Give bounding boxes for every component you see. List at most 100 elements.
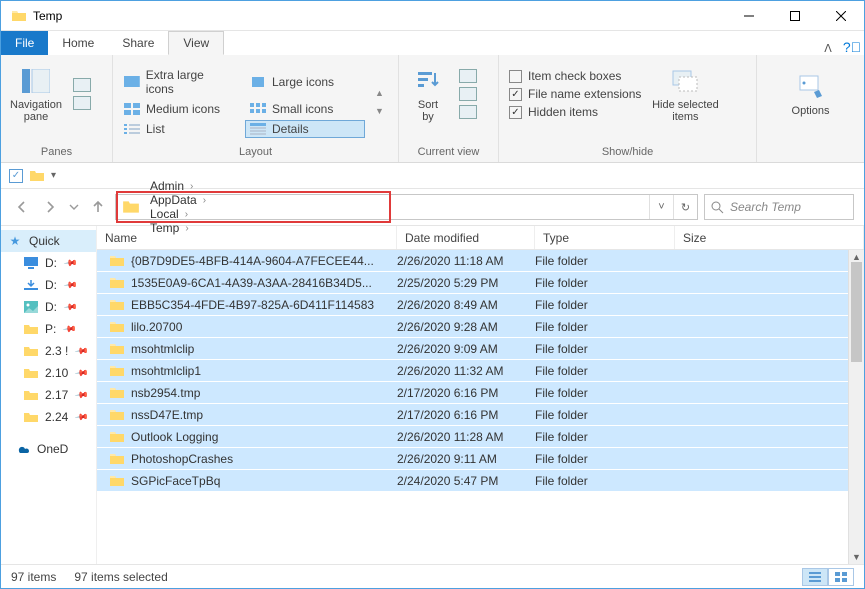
file-row[interactable]: nsb2954.tmp2/17/2020 6:16 PMFile folder: [97, 382, 864, 404]
layout-scroll-down-icon[interactable]: ▼: [375, 106, 384, 116]
file-rows: {0B7D9DE5-4BFB-414A-9604-A7FECEE44... 2/2…: [97, 250, 864, 564]
nav-history-dropdown[interactable]: [67, 196, 81, 218]
folder-icon: [109, 253, 125, 269]
sidebar-item[interactable]: D:: [1, 252, 96, 274]
nav-forward-button[interactable]: [39, 196, 61, 218]
minimize-button[interactable]: [726, 1, 772, 30]
tab-home[interactable]: Home: [48, 31, 108, 55]
file-row[interactable]: msohtmlclip12/26/2020 11:32 AMFile folde…: [97, 360, 864, 382]
status-bar: 97 items 97 items selected: [1, 564, 864, 588]
file-row[interactable]: 1535E0A9-6CA1-4A39-A3AA-28416B34D5...2/2…: [97, 272, 864, 294]
group-by-button[interactable]: [459, 69, 477, 83]
address-bar[interactable]: Admin›AppData›Local›Temp› ˅ ↻: [115, 194, 698, 220]
layout-list[interactable]: List: [119, 120, 239, 138]
sidebar-item[interactable]: 2.24: [1, 406, 96, 428]
status-selected-count: 97 items selected: [74, 570, 167, 584]
file-name: {0B7D9DE5-4BFB-414A-9604-A7FECEE44...: [131, 254, 374, 268]
layout-details[interactable]: Details: [245, 120, 365, 138]
layout-large-icons[interactable]: Large icons: [245, 66, 365, 98]
refresh-button[interactable]: ↻: [673, 195, 697, 219]
add-columns-button[interactable]: [459, 87, 477, 101]
file-row[interactable]: EBB5C354-4FDE-4B97-825A-6D411F1145832/26…: [97, 294, 864, 316]
close-button[interactable]: [818, 1, 864, 30]
qat-dropdown-icon[interactable]: ▾: [51, 170, 56, 181]
scrollbar-thumb[interactable]: [851, 262, 862, 362]
options-button[interactable]: Options: [782, 59, 840, 129]
qat-checkbox-icon[interactable]: ✓: [9, 169, 23, 183]
sidebar-onedrive[interactable]: OneD: [1, 438, 96, 460]
column-name[interactable]: Name: [97, 226, 397, 249]
folder-icon: [109, 363, 125, 379]
layout-scroll-up-icon[interactable]: ▲: [375, 88, 384, 98]
help-icon[interactable]: ?⃝: [840, 39, 864, 55]
size-columns-button[interactable]: [459, 105, 477, 119]
sidebar-item[interactable]: 2.17: [1, 384, 96, 406]
thumbnails-view-button[interactable]: [828, 568, 854, 586]
breadcrumb-history-dropdown[interactable]: ˅: [649, 195, 673, 219]
options-icon: [795, 71, 827, 103]
titlebar: Temp: [1, 1, 864, 31]
column-size[interactable]: Size: [675, 226, 864, 249]
sidebar-item[interactable]: 2.10: [1, 362, 96, 384]
file-row[interactable]: SGPicFaceTpBq2/24/2020 5:47 PMFile folde…: [97, 470, 864, 492]
file-name-extensions-toggle[interactable]: ✓File name extensions: [509, 87, 641, 101]
column-date-modified[interactable]: Date modified: [397, 226, 535, 249]
breadcrumb-segment[interactable]: Admin›: [144, 179, 212, 193]
ribbon-group-show-hide: Item check boxes ✓File name extensions ✓…: [499, 55, 757, 162]
window-folder-icon: [11, 8, 27, 24]
file-date: 2/26/2020 11:28 AM: [397, 430, 535, 444]
maximize-button[interactable]: [772, 1, 818, 30]
layout-medium-icons[interactable]: Medium icons: [119, 100, 239, 118]
sidebar-item[interactable]: 2.3 !: [1, 340, 96, 362]
group-label-panes: Panes: [7, 144, 106, 160]
file-row[interactable]: PhotoshopCrashes2/26/2020 9:11 AMFile fo…: [97, 448, 864, 470]
preview-pane-button[interactable]: [73, 78, 91, 92]
item-check-boxes-toggle[interactable]: Item check boxes: [509, 69, 641, 83]
file-row[interactable]: Outlook Logging2/26/2020 11:28 AMFile fo…: [97, 426, 864, 448]
hide-selected-items-button[interactable]: Hide selected items: [645, 59, 725, 129]
file-row[interactable]: lilo.207002/26/2020 9:28 AMFile folder: [97, 316, 864, 338]
vertical-scrollbar[interactable]: ▲ ▼: [848, 250, 864, 564]
folder-icon: [23, 409, 39, 425]
qat-folder-icon[interactable]: [29, 168, 45, 184]
navigation-pane-button[interactable]: Navigation pane: [7, 59, 65, 129]
file-list-pane: Name Date modified Type Size {0B7D9DE5-4…: [97, 226, 864, 564]
ribbon-group-panes: Navigation pane Panes: [1, 55, 113, 162]
sidebar-item[interactable]: P:: [1, 318, 96, 340]
file-row[interactable]: {0B7D9DE5-4BFB-414A-9604-A7FECEE44...2/2…: [97, 250, 864, 272]
details-view-button[interactable]: [802, 568, 828, 586]
search-box[interactable]: Search Temp: [704, 194, 854, 220]
ribbon-collapse-icon[interactable]: ᐱ: [816, 42, 840, 55]
sort-by-button[interactable]: Sort by: [405, 59, 451, 129]
scroll-down-icon[interactable]: ▼: [849, 550, 864, 564]
sidebar-item[interactable]: D:: [1, 296, 96, 318]
view-mini-buttons: [459, 59, 477, 129]
file-type: File folder: [535, 320, 675, 334]
folder-icon: [23, 387, 39, 403]
search-icon: [711, 201, 724, 214]
folder-icon: [23, 321, 39, 337]
layout-small-icons[interactable]: Small icons: [245, 100, 365, 118]
file-row[interactable]: msohtmlclip2/26/2020 9:09 AMFile folder: [97, 338, 864, 360]
layout-extra-large-icons[interactable]: Extra large icons: [119, 66, 239, 98]
tab-file[interactable]: File: [1, 31, 48, 55]
tab-share[interactable]: Share: [108, 31, 168, 55]
breadcrumb-segment[interactable]: Local›: [144, 207, 212, 221]
file-name: SGPicFaceTpBq: [131, 474, 220, 488]
picture-icon: [23, 299, 39, 315]
hidden-items-toggle[interactable]: ✓Hidden items: [509, 105, 641, 119]
main-area: ★ Quick D:D:D:P:2.3 !2.102.172.24 OneD N…: [1, 225, 864, 564]
sidebar-item[interactable]: D:: [1, 274, 96, 296]
group-label-current-view: Current view: [405, 144, 492, 160]
list-icon: [124, 123, 140, 135]
tab-view[interactable]: View: [168, 31, 224, 55]
column-type[interactable]: Type: [535, 226, 675, 249]
breadcrumb-segment[interactable]: AppData›: [144, 193, 212, 207]
star-icon: ★: [7, 233, 23, 249]
nav-back-button[interactable]: [11, 196, 33, 218]
sidebar-quick-access[interactable]: ★ Quick: [1, 230, 96, 252]
nav-up-button[interactable]: [87, 196, 109, 218]
folder-icon: [109, 385, 125, 401]
details-pane-button[interactable]: [73, 96, 91, 110]
file-row[interactable]: nssD47E.tmp2/17/2020 6:16 PMFile folder: [97, 404, 864, 426]
